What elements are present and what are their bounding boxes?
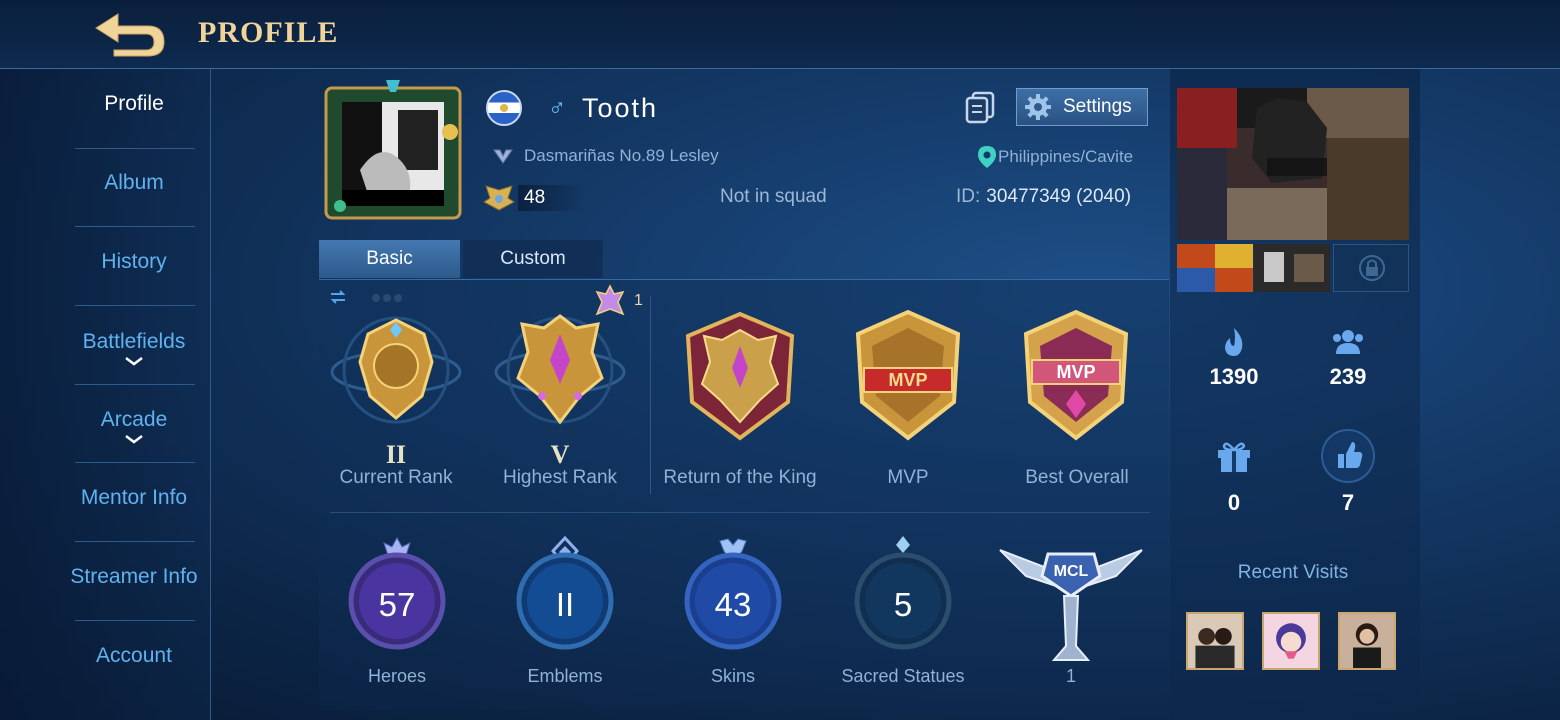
top-bar: PROFILE: [0, 0, 1560, 69]
album-icon[interactable]: [964, 90, 996, 124]
popularity-value: 1390: [1209, 364, 1259, 389]
sacred-statues-value-wrap: 5: [848, 546, 958, 656]
chevron-down-icon: [125, 357, 143, 366]
mvp-badge-icon[interactable]: MVP: [838, 306, 978, 446]
likes-value: 7: [1341, 490, 1355, 515]
player-title: Dasmariñas No.89 Lesley: [524, 146, 719, 165]
sidebar-divider: [75, 541, 195, 542]
album-thumbnail-image[interactable]: [1254, 244, 1330, 292]
id-label: ID:: [956, 186, 981, 207]
svg-text:MVP: MVP: [1056, 362, 1095, 382]
followers-icon: [1333, 330, 1363, 354]
mvp-label: MVP: [887, 467, 929, 488]
location-text: Philippines/Cavite: [998, 147, 1134, 166]
profile-tabs: Basic Custom: [319, 240, 606, 278]
recent-visitor-avatar[interactable]: [1262, 612, 1320, 670]
recent-visitor-avatar[interactable]: [1186, 612, 1244, 670]
recent-visitor-avatar[interactable]: [1338, 612, 1396, 670]
sidebar-divider: [75, 620, 195, 621]
album-thumbnail-image[interactable]: [1177, 244, 1253, 292]
gift-icon[interactable]: [1214, 436, 1254, 474]
sidebar-divider: [75, 462, 195, 463]
svg-text:MVP: MVP: [888, 370, 927, 390]
skins-value: 43: [714, 586, 752, 623]
highest-rank-badge-icon[interactable]: [490, 300, 630, 440]
sidebar-item-label: Battlefields: [82, 330, 186, 353]
section-divider: [330, 512, 1150, 513]
emblems-value: II: [555, 586, 575, 623]
player-name: Tooth: [582, 92, 659, 123]
sidebar-divider: [75, 384, 195, 385]
highest-rank-label: Highest Rank: [502, 467, 618, 488]
heroes-label: Heroes: [367, 666, 427, 686]
sidebar-divider: [75, 226, 195, 227]
sidebar-item-history[interactable]: History: [0, 250, 268, 274]
player-level: 48: [482, 184, 586, 212]
avatar[interactable]: [320, 80, 466, 226]
player-name-row: ♂ Tooth: [486, 88, 658, 128]
return-of-the-king-label: Return of the King: [663, 467, 817, 488]
title-badge-icon: [493, 149, 513, 164]
player-id: ID: 30477349 (2040): [956, 186, 1131, 208]
country-flag-icon: [486, 90, 522, 126]
sidebar-divider: [75, 148, 195, 149]
id-value: 30477349 (2040): [986, 186, 1132, 207]
mythic-star-count: 1: [634, 292, 643, 309]
followers-value: 239: [1329, 364, 1367, 389]
rank-divider: [650, 296, 651, 494]
back-arrow-icon[interactable]: [88, 8, 172, 60]
popularity-flame-icon: [1225, 328, 1243, 356]
mcl-trophy-count: 1: [1065, 666, 1076, 686]
sacred-statues-value: 5: [893, 586, 913, 623]
return-of-the-king-badge-icon[interactable]: [670, 306, 810, 446]
player-title-line: Dasmariñas No.89 Lesley: [492, 146, 719, 166]
gear-icon: [1025, 94, 1051, 120]
current-rank-tier: II: [385, 440, 407, 469]
like-thumbs-up-icon[interactable]: [1320, 428, 1376, 484]
sidebar-item-account[interactable]: Account: [0, 644, 268, 668]
squad-status: Not in squad: [720, 186, 827, 207]
sidebar-item-album[interactable]: Album: [0, 171, 268, 195]
lock-icon: [1359, 255, 1385, 281]
mcl-trophy-icon[interactable]: MCL: [996, 536, 1146, 664]
emblems-value-wrap: II: [510, 546, 620, 656]
current-rank-label: Current Rank: [339, 467, 453, 488]
chevron-down-icon: [125, 435, 143, 444]
sidebar-item-label: Arcade: [100, 408, 168, 431]
locked-album-slot[interactable]: [1333, 244, 1409, 292]
settings-label: Settings: [1063, 96, 1132, 117]
sidebar-item-arcade[interactable]: Arcade: [0, 408, 268, 444]
gender-male-icon: ♂: [548, 94, 566, 121]
heroes-value-wrap: 57: [342, 546, 452, 656]
tab-basic[interactable]: Basic: [319, 240, 460, 278]
sidebar-item-profile[interactable]: Profile: [0, 92, 268, 116]
page-title: PROFILE: [198, 16, 339, 49]
mcl-badge-text: MCL: [1054, 563, 1089, 580]
sacred-statues-label: Sacred Statues: [841, 666, 965, 686]
best-overall-label: Best Overall: [1025, 467, 1129, 488]
sidebar-divider: [75, 305, 195, 306]
heroes-value: 57: [378, 586, 416, 623]
recent-visits-label: Recent Visits: [1237, 562, 1349, 583]
tab-custom[interactable]: Custom: [463, 240, 603, 278]
sidebar-item-battlefields[interactable]: Battlefields: [0, 330, 268, 366]
level-wings-icon: [483, 185, 515, 211]
level-value: 48: [518, 185, 586, 211]
current-rank-badge-icon[interactable]: [326, 300, 466, 440]
highest-rank-tier: V: [550, 440, 570, 469]
settings-button[interactable]: Settings: [1016, 88, 1148, 126]
sidebar: [0, 69, 211, 720]
skins-value-wrap: 43: [678, 546, 788, 656]
sidebar-item-mentor-info[interactable]: Mentor Info: [0, 486, 268, 510]
emblems-label: Emblems: [527, 666, 603, 686]
album-cover-image[interactable]: [1177, 88, 1409, 240]
skins-label: Skins: [710, 666, 755, 686]
player-location: Philippines/Cavite: [976, 145, 1133, 169]
sidebar-item-streamer-info[interactable]: Streamer Info: [0, 565, 268, 589]
location-pin-icon: [978, 146, 996, 168]
gifts-value: 0: [1227, 490, 1241, 515]
best-overall-badge-icon[interactable]: MVP: [1006, 306, 1146, 446]
